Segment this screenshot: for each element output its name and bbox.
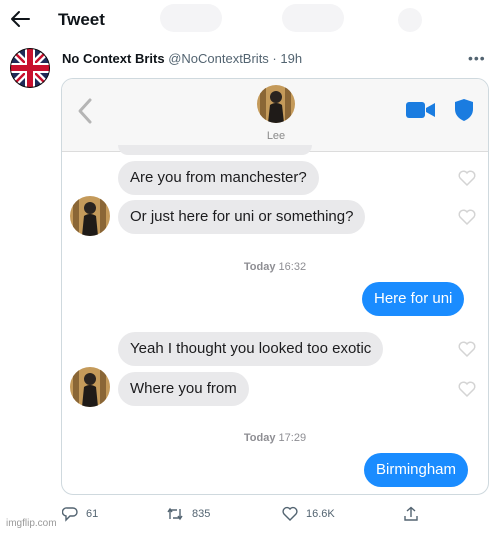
tweet-media[interactable]: Lee Are you from manchester? Or just her…: [61, 78, 489, 495]
chat-timestamp: Today 17:29: [62, 432, 488, 444]
more-icon[interactable]: •••: [468, 50, 486, 66]
retweet-count: 835: [192, 508, 211, 520]
author-avatar[interactable]: [10, 48, 50, 88]
timestamp-time: 17:29: [278, 432, 307, 444]
message-bubble: Are you from manchester?: [118, 161, 319, 195]
heart-icon: [458, 209, 476, 226]
top-bar: Tweet: [0, 0, 500, 42]
contact-name: Lee: [266, 130, 286, 142]
message-bubble: Or just here for uni or something?: [118, 200, 366, 234]
share-icon: [404, 506, 418, 521]
message-bubble: Where you from: [118, 372, 249, 406]
blurred-overlay: [398, 8, 422, 32]
message-bubble: Yeah I thought you looked too exotic: [118, 332, 384, 366]
sender-avatar: [70, 196, 110, 236]
like-heart-icon: [282, 506, 298, 521]
back-arrow-icon[interactable]: [9, 8, 31, 30]
shield-icon: [455, 99, 473, 121]
reply-button[interactable]: 61: [61, 506, 99, 522]
chat-timestamp: Today 16:32: [62, 261, 488, 273]
watermark: imgflip.com: [6, 518, 57, 529]
blurred-overlay: [160, 4, 222, 32]
tweet-time[interactable]: 19h: [280, 51, 302, 66]
author-handle[interactable]: @NoContextBrits: [168, 51, 269, 66]
meta-separator: ·: [268, 51, 281, 66]
page-title: Tweet: [58, 10, 105, 29]
heart-icon: [458, 170, 476, 187]
share-button[interactable]: [403, 506, 419, 522]
video-call-icon: [406, 102, 435, 118]
like-count: 16.6K: [306, 508, 335, 520]
heart-icon: [458, 381, 476, 398]
cropped-message-bubble: [118, 145, 312, 155]
reply-icon: [61, 507, 78, 522]
contact-avatar: [257, 85, 295, 123]
like-button[interactable]: 16.6K: [282, 506, 335, 522]
timestamp-time: 16:32: [278, 261, 307, 273]
message-bubble: Birmingham: [364, 453, 469, 487]
message-bubble: Here for uni: [362, 282, 465, 316]
sender-avatar: [70, 367, 110, 407]
timestamp-day: Today: [243, 432, 276, 444]
retweet-icon: [167, 507, 183, 521]
heart-icon: [458, 341, 476, 358]
chat-header: Lee: [62, 79, 488, 152]
tweet-author-line: No Context Brits @NoContextBrits · 19h: [62, 51, 302, 66]
tweet-actions: 61 835 16.6K: [0, 500, 500, 530]
author-name[interactable]: No Context Brits: [62, 51, 165, 66]
timestamp-day: Today: [243, 261, 276, 273]
chevron-left-icon: [78, 98, 92, 124]
blurred-overlay: [282, 4, 344, 32]
retweet-button[interactable]: 835: [166, 506, 210, 522]
reply-count: 61: [86, 508, 99, 520]
